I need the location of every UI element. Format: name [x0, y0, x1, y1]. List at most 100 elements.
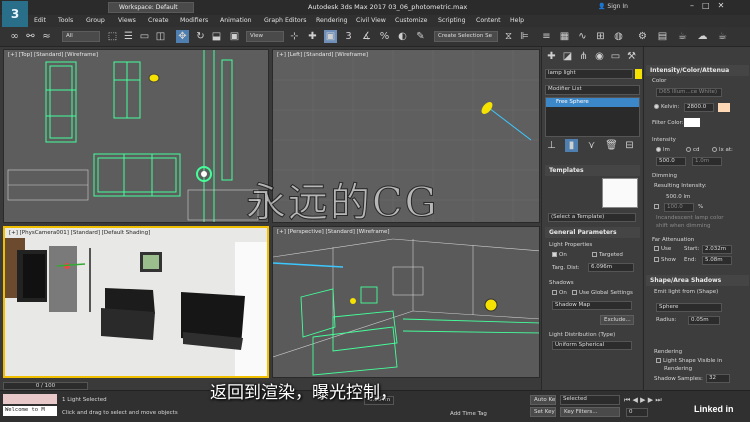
rect-region-icon[interactable]: ▭ [138, 30, 151, 43]
pin-stack-icon[interactable]: ⊥ [545, 139, 558, 152]
use-global-checkbox[interactable]: Use Global Settings [572, 290, 633, 296]
filter-color-swatch[interactable] [684, 118, 700, 127]
intensity-rollout-header[interactable]: Intensity/Color/Attenua [646, 65, 749, 76]
lm-radio[interactable]: lm [656, 147, 670, 153]
graphite-ribbon-icon[interactable]: ▦ [558, 30, 571, 43]
go-to-start-icon[interactable]: ⏮ [624, 396, 630, 404]
radius-spinner[interactable]: 0.05m [688, 316, 720, 325]
menu-create[interactable]: Create [148, 17, 169, 24]
select-manipulate-icon[interactable]: ✚ [306, 30, 319, 43]
menu-content[interactable]: Content [476, 17, 501, 24]
mirror-icon[interactable]: ⧖ [502, 30, 515, 43]
select-object-icon[interactable]: ⬚ [106, 30, 119, 43]
maximize-icon[interactable]: □ [702, 1, 718, 10]
modify-tab-icon[interactable]: ◪ [561, 50, 574, 63]
menu-customize[interactable]: Customize [395, 17, 427, 24]
window-crossing-icon[interactable]: ◫ [154, 30, 167, 43]
bind-space-warp-icon[interactable]: ≈ [40, 30, 53, 43]
templates-rollout-header[interactable]: Templates [545, 165, 640, 176]
stack-item-free-sphere[interactable]: Free Sphere [546, 98, 639, 107]
render-setup-icon[interactable]: ⚙ [636, 30, 649, 43]
menu-graph-editors[interactable]: Graph Editors [264, 17, 306, 24]
key-filters-button[interactable]: Key Filters... [560, 407, 620, 417]
light-shape-visible-checkbox[interactable]: Light Shape Visible in [656, 358, 722, 364]
shadow-samples-dropdown[interactable]: 32 [706, 374, 730, 383]
app-logo[interactable]: 3 [2, 1, 28, 27]
lx-distance-spinner[interactable]: 1.0m [692, 157, 722, 166]
layer-explorer-icon[interactable]: ≡ [540, 30, 553, 43]
previous-frame-icon[interactable]: ◀ [633, 396, 638, 404]
hierarchy-tab-icon[interactable]: ⋔ [577, 50, 590, 63]
material-editor-icon[interactable]: ◍ [612, 30, 625, 43]
curve-editor-icon[interactable]: ∿ [576, 30, 589, 43]
kelvin-spinner[interactable]: 2800.0 [684, 103, 714, 112]
set-key-button[interactable]: Set Key [530, 407, 556, 417]
lx-at-radio[interactable]: lx at: [712, 147, 733, 153]
snaps-toggle-icon[interactable]: 3 [342, 30, 355, 43]
close-icon[interactable]: ✕ [718, 1, 733, 10]
align-icon[interactable]: ⊫ [518, 30, 531, 43]
render-in-cloud-icon[interactable]: ☁ [696, 30, 709, 43]
scale-icon[interactable]: ⬓ [210, 30, 223, 43]
configure-sets-icon[interactable]: ⊟ [623, 139, 636, 152]
targeted-checkbox[interactable]: Targeted [592, 252, 623, 258]
show-end-result-icon[interactable]: ▮ [565, 139, 578, 152]
emit-shape-dropdown[interactable]: Sphere [656, 303, 722, 312]
menu-help[interactable]: Help [510, 17, 524, 24]
menu-edit[interactable]: Edit [34, 17, 46, 24]
menu-civil-view[interactable]: Civil View [356, 17, 386, 24]
angle-snap-icon[interactable]: ∡ [360, 30, 373, 43]
maxscript-listener[interactable]: Welcome to M [3, 406, 57, 416]
edit-named-sets-icon[interactable]: ✎ [414, 30, 427, 43]
current-frame-spinner[interactable]: 0 [626, 408, 648, 417]
maxscript-mini-listener-top[interactable] [3, 394, 57, 404]
workspace-dropdown[interactable]: Workspace: Default [108, 2, 194, 13]
place-icon[interactable]: ▣ [228, 30, 241, 43]
spinner-snap-icon[interactable]: ◐ [396, 30, 409, 43]
link-icon[interactable]: ∞ [8, 30, 21, 43]
template-select-dropdown[interactable]: (Select a Template) [548, 213, 636, 222]
light-on-checkbox[interactable]: On [552, 252, 567, 258]
go-to-end-icon[interactable]: ⏭ [655, 396, 661, 404]
menu-rendering[interactable]: Rendering [316, 17, 348, 24]
play-icon[interactable]: ▶ [640, 396, 645, 404]
intensity-spinner[interactable]: 500.0 [656, 157, 686, 166]
select-by-name-icon[interactable]: ☰ [122, 30, 135, 43]
kelvin-color-swatch[interactable] [718, 103, 730, 112]
shadow-type-dropdown[interactable]: Shadow Map [552, 301, 632, 310]
schematic-view-icon[interactable]: ⊞ [594, 30, 607, 43]
a360-gallery-icon[interactable]: ☕ [716, 30, 729, 43]
modifier-stack[interactable]: Free Sphere [545, 97, 640, 137]
shape-area-shadows-header[interactable]: Shape/Area Shadows [646, 275, 749, 286]
pivot-center-icon[interactable]: ⊹ [288, 30, 301, 43]
unlink-icon[interactable]: ⚯ [24, 30, 37, 43]
exclude-button[interactable]: Exclude... [600, 315, 634, 325]
targ-dist-spinner[interactable]: 6.096m [588, 263, 634, 272]
use-attenuation-checkbox[interactable]: Use [654, 246, 671, 252]
menu-modifiers[interactable]: Modifiers [180, 17, 208, 24]
cd-radio[interactable]: cd [686, 147, 700, 153]
named-selection-sets-dropdown[interactable]: Create Selection Se [434, 31, 498, 42]
show-attenuation-checkbox[interactable]: Show [654, 257, 676, 263]
window-controls[interactable]: –□✕ [690, 1, 732, 10]
dimming-percent-spinner[interactable]: 100.0 [664, 203, 694, 212]
create-tab-icon[interactable]: ✚ [545, 50, 558, 63]
top-light-glyph[interactable] [148, 73, 160, 83]
viewport-top[interactable]: [+] [Top] [Standard] [Wireframe] [3, 49, 269, 223]
move-icon[interactable]: ✥ [176, 30, 189, 43]
modifier-list-dropdown[interactable]: Modifier List [545, 85, 640, 95]
time-slider[interactable]: 0 / 100 [3, 382, 88, 390]
object-color-swatch[interactable] [635, 69, 642, 79]
remove-modifier-icon[interactable]: 🗑 [605, 139, 618, 152]
dimming-checkbox[interactable] [654, 204, 661, 210]
viewport-perspective[interactable]: [+] [Perspective] [Standard] [Wireframe] [272, 226, 540, 378]
kelvin-radio[interactable]: Kelvin: [654, 104, 679, 110]
sign-in-label[interactable]: Sign In [607, 3, 628, 10]
percent-snap-icon[interactable]: % [378, 30, 391, 43]
rendered-frame-window-icon[interactable]: ▤ [656, 30, 669, 43]
reference-coordinate-dropdown[interactable]: View [246, 31, 284, 42]
auto-key-button[interactable]: Auto Key [530, 395, 556, 405]
sign-in-link[interactable]: 👤 Sign In [598, 3, 628, 10]
menu-views[interactable]: Views [118, 17, 136, 24]
motion-tab-icon[interactable]: ◉ [593, 50, 606, 63]
